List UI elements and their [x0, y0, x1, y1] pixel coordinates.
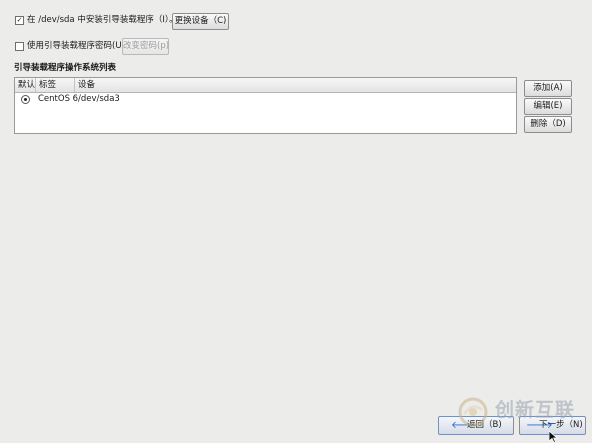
default-radio[interactable] [21, 95, 30, 104]
column-header-label[interactable]: 标签 [36, 78, 75, 92]
os-list[interactable]: 默认 标签 设备 CentOS 6 /dev/sda3 [14, 77, 517, 134]
bootloader-password-checkbox[interactable] [15, 42, 24, 51]
column-header-device[interactable]: 设备 [75, 78, 516, 92]
os-list-header: 默认 标签 设备 [15, 78, 516, 93]
watermark-text: 创新互联 [495, 399, 576, 421]
watermark-logo: 创新互联 [455, 394, 587, 430]
row-os-label: CentOS 6 [38, 94, 79, 104]
row-device: /dev/sda3 [78, 94, 120, 104]
install-bootloader-checkbox[interactable]: ✓ [15, 16, 24, 25]
add-button[interactable]: 添加(A) [524, 80, 572, 97]
column-header-default[interactable]: 默认 [15, 78, 36, 92]
delete-button[interactable]: 删除（D) [524, 116, 572, 133]
swirl-logo-icon [458, 397, 488, 427]
edit-button[interactable]: 编辑(E) [524, 98, 572, 115]
os-list-row[interactable]: CentOS 6 /dev/sda3 [15, 93, 516, 105]
change-password-button: 改变密码(p) [122, 38, 169, 55]
change-device-button[interactable]: 更换设备（C) [172, 13, 229, 30]
mouse-cursor-icon [549, 431, 558, 443]
install-bootloader-label: 在 /dev/sda 中安装引导装载程序（I）。 [27, 15, 178, 25]
os-list-title: 引导装载程序操作系统列表 [14, 63, 117, 73]
bootloader-password-label: 使用引导装载程序密码(U) [27, 41, 125, 51]
